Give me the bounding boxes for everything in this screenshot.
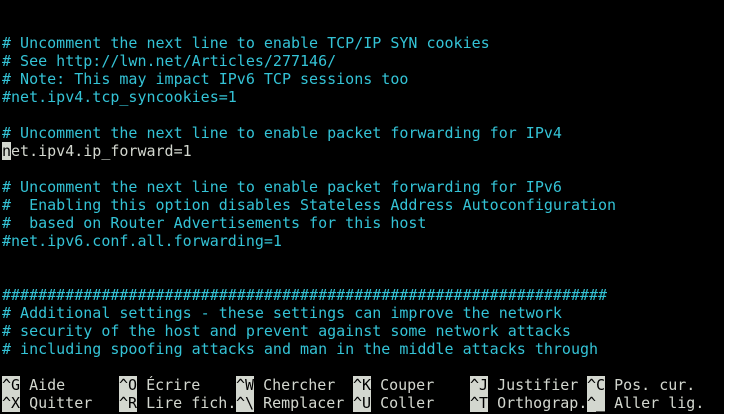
terminal-window: # Uncomment the next line to enable TCP/… — [0, 0, 724, 414]
shortcut-key: ^O — [119, 376, 138, 394]
editor-line[interactable] — [2, 160, 616, 178]
shortcut-write[interactable]: ^O Écrire — [119, 376, 200, 394]
shortcut-key: ^G — [2, 376, 21, 394]
shortcut-cut[interactable]: ^K Couper — [353, 376, 434, 394]
shortcut-cursor-position[interactable]: ^C Pos. cur. — [587, 376, 695, 394]
shortcut-label: Justifier — [497, 376, 579, 394]
shortcut-key: ^R — [119, 394, 138, 412]
editor-line[interactable]: # Enabling this option disables Stateles… — [2, 196, 616, 214]
editor-line[interactable]: #net.ipv6.conf.all.forwarding=1 — [2, 232, 616, 250]
shortcut-key: ^W — [236, 376, 255, 394]
shortcut-row-1: ^G Aide ^O Écrire ^W Chercher ^K Couper ^J Ju… — [2, 376, 724, 394]
shortcut-bar: ^G Aide ^O Écrire ^W Chercher ^K Couper ^J Ju… — [2, 376, 724, 412]
shortcut-go-to-line[interactable]: ^_ Aller lig. — [587, 394, 704, 412]
shortcut-key: ^\ — [236, 394, 255, 412]
shortcut-search[interactable]: ^W Chercher — [236, 376, 335, 394]
editor-line[interactable]: ########################################… — [2, 286, 616, 304]
shortcut-label: Quitter — [29, 394, 93, 412]
window-edge — [724, 0, 738, 414]
text-cursor: n — [2, 142, 12, 160]
shortcut-key: ^X — [2, 394, 21, 412]
shortcut-label: Couper — [380, 376, 435, 394]
editor-line[interactable]: # Additional settings - these settings c… — [2, 304, 616, 322]
editor-line[interactable]: # Uncomment the next line to enable pack… — [2, 124, 616, 142]
editor-line[interactable] — [2, 106, 616, 124]
shortcut-label: Coller — [380, 394, 435, 412]
shortcut-replace[interactable]: ^\ Remplacer — [236, 394, 344, 412]
shortcut-label: Écrire — [146, 376, 201, 394]
shortcut-key: ^K — [353, 376, 372, 394]
editor-line[interactable]: # based on Router Advertisements for thi… — [2, 214, 616, 232]
shortcut-key: ^J — [470, 376, 489, 394]
editor-line[interactable]: # See http://lwn.net/Articles/277146/ — [2, 52, 616, 70]
editor-line-current[interactable]: net.ipv4.ip_forward=1 — [2, 142, 616, 160]
shortcut-exit[interactable]: ^X Quitter — [2, 394, 92, 412]
nano-editor-buffer[interactable]: # Uncomment the next line to enable TCP/… — [2, 34, 616, 358]
shortcut-read-file[interactable]: ^R Lire fich. — [119, 394, 236, 412]
editor-line-text: et.ipv4.ip_forward=1 — [11, 142, 192, 160]
editor-line[interactable] — [2, 268, 616, 286]
shortcut-help[interactable]: ^G Aide — [2, 376, 65, 394]
editor-line[interactable]: #net.ipv4.tcp_syncookies=1 — [2, 88, 616, 106]
shortcut-label: Orthograp. — [497, 394, 588, 412]
shortcut-key: ^U — [353, 394, 372, 412]
shortcut-label: Chercher — [263, 376, 336, 394]
editor-line[interactable]: # Uncomment the next line to enable pack… — [2, 178, 616, 196]
shortcut-label: Remplacer — [263, 394, 345, 412]
shortcut-key: ^T — [470, 394, 489, 412]
shortcut-label: Aller lig. — [614, 394, 705, 412]
shortcut-key: ^_ — [587, 394, 606, 412]
shortcut-paste[interactable]: ^U Coller — [353, 394, 434, 412]
editor-line[interactable]: # security of the host and prevent again… — [2, 322, 616, 340]
shortcut-label: Aide — [29, 376, 66, 394]
editor-line[interactable] — [2, 250, 616, 268]
editor-line[interactable]: # Uncomment the next line to enable TCP/… — [2, 34, 616, 52]
shortcut-spellcheck[interactable]: ^T Orthograp. — [470, 394, 587, 412]
editor-line[interactable]: # Note: This may impact IPv6 TCP session… — [2, 70, 616, 88]
shortcut-label: Pos. cur. — [614, 376, 696, 394]
shortcut-justify[interactable]: ^J Justifier — [470, 376, 578, 394]
shortcut-row-2: ^X Quitter ^R Lire fich. ^\ Remplacer ^U Col… — [2, 394, 724, 412]
editor-line[interactable]: # including spoofing attacks and man in … — [2, 340, 616, 358]
shortcut-label: Lire fich. — [146, 394, 237, 412]
shortcut-key: ^C — [587, 376, 606, 394]
